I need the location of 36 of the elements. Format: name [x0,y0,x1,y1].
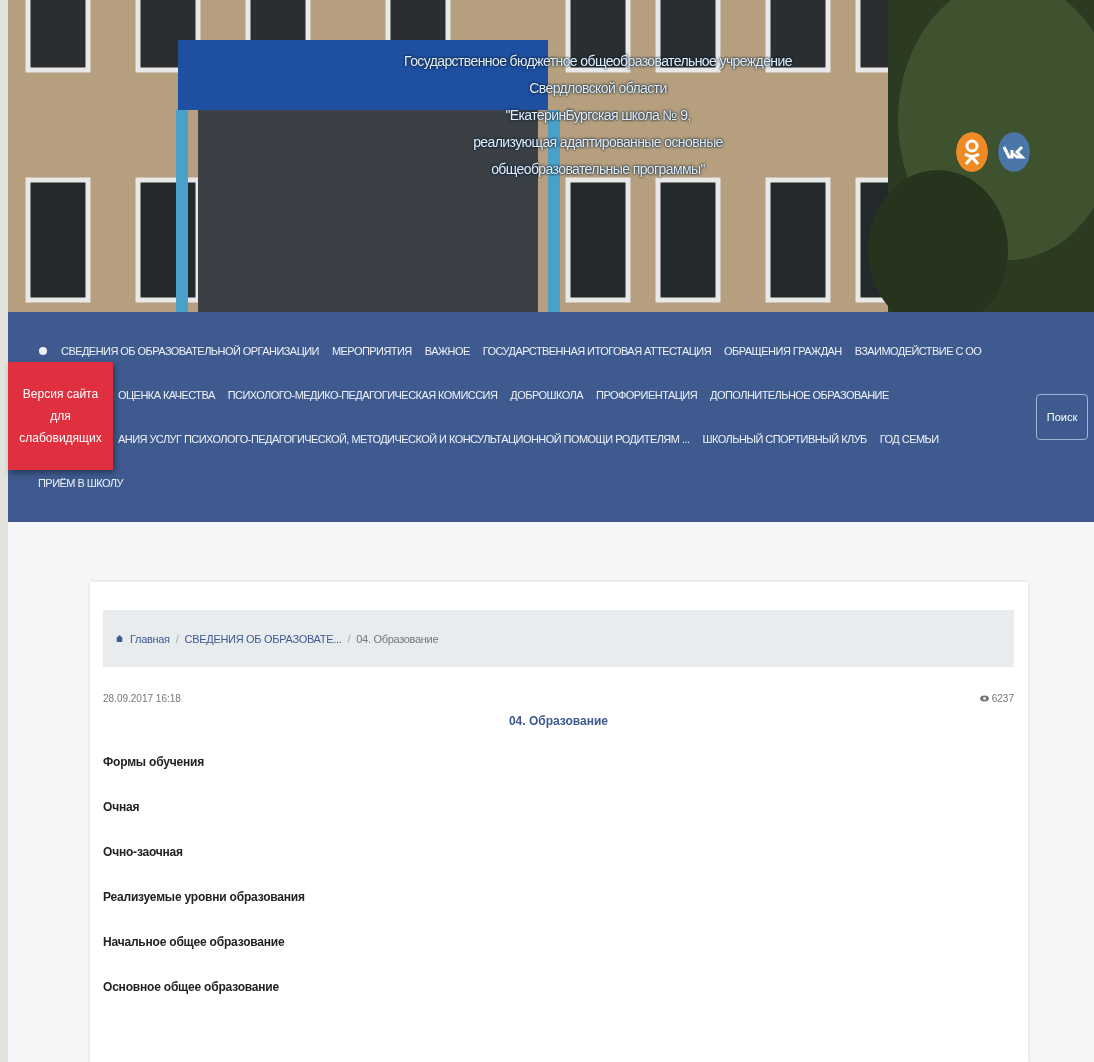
breadcrumb-link[interactable]: СВЕДЕНИЯ ОБ ОБРАЗОВАТЕ... [184,632,342,645]
article-paragraph: Очная [103,799,141,816]
article-paragraph: Основное общее образование [103,979,280,996]
odnoklassniki-icon[interactable] [956,132,988,172]
article-title: 04. Образование [507,714,610,728]
nav-link[interactable]: ПРИЁМ В ШКОЛУ [38,477,123,489]
accessibility-button[interactable]: Версия сайта для слабовидящих [8,362,113,470]
nav-link[interactable]: АНИЯ УСЛУГ ПСИХОЛОГО-ПЕДАГОГИЧЕСКОЙ, МЕТОДИЧЕСКОЙ И КОНСУЛЬТАЦИОННОЙ ПОМОЩИ РОДИТЕЛЯМ ... [118,433,690,445]
post-date: 28.09.2017 16:18 [103,693,181,704]
nav-link[interactable]: ГОСУДАРСТВЕННАЯ ИТОГОВАЯ АТТЕСТАЦИЯ [482,345,712,357]
nav-link[interactable]: ПСИХОЛОГО-МЕДИКО-ПЕДАГОГИЧЕСКАЯ КОМИССИЯ [227,389,498,401]
article-paragraph: Начальное общее образование [103,934,286,951]
home-icon[interactable] [115,634,124,643]
article-paragraph: Формы обучения [103,754,205,771]
search-button[interactable]: Поиск [1036,394,1088,440]
nav-link[interactable]: ДОПОЛНИТЕЛЬНОЕ ОБРАЗОВАНИЕ [710,389,889,401]
nav-link[interactable]: ШКОЛЬНЫЙ СПОРТИВНЫЙ КЛУБ [702,433,867,445]
breadcrumb-separator: / [175,632,179,645]
view-count: 6237 [991,693,1014,704]
nav-link[interactable]: ДОБРОШКОЛА [510,389,584,401]
nav-link[interactable]: ГОД СЕМЬИ [879,433,939,445]
nav-link[interactable]: ОБРАЩЕНИЯ ГРАЖДАН [724,345,842,357]
article-paragraph: Очно-заочная [103,844,184,861]
breadcrumb-link[interactable]: Главная [130,632,170,645]
article-paragraph: Реализуемые уровни образования [103,889,306,906]
nav-link[interactable]: ВАЖНОЕ [424,345,470,357]
vk-icon[interactable] [998,132,1030,172]
nav-link[interactable]: ОЦЕНКА КАЧЕСТВА [118,389,215,401]
eye-icon [979,695,989,702]
nav-link[interactable]: ВЗАИМОДЕЙСТВИЕ С ОО [854,345,982,357]
breadcrumb-separator: / [347,632,351,645]
nav-link[interactable]: СВЕДЕНИЯ ОБ ОБРАЗОВАТЕЛЬНОЙ ОРГАНИЗАЦИИ [61,345,319,357]
nav-link[interactable]: МЕРОПРИЯТИЯ [331,345,412,357]
breadcrumb-current: 04. Образование [356,632,439,645]
circle-icon[interactable] [38,346,48,356]
nav-link[interactable]: ПРОФОРИЕНТАЦИЯ [596,389,698,401]
